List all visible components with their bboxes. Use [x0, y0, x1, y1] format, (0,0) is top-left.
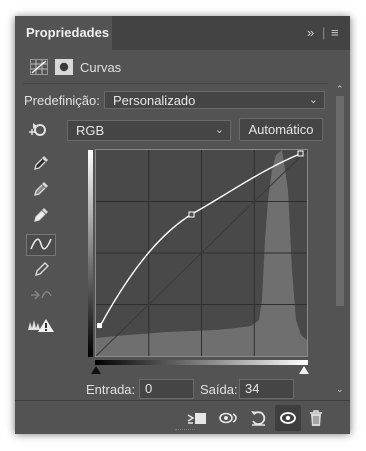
smooth-curve-icon	[26, 286, 56, 308]
reset-icon[interactable]	[248, 409, 270, 427]
preset-label: Predefinição:	[24, 93, 100, 108]
output-label: Saída:	[200, 382, 238, 397]
resize-grip[interactable]	[175, 429, 195, 433]
tab-properties[interactable]: Propriedades	[15, 16, 112, 50]
collapse-icon[interactable]: »	[307, 16, 314, 50]
clipping-warning-icon[interactable]	[26, 316, 56, 338]
scroll-thumb[interactable]	[336, 96, 344, 306]
black-point-slider[interactable]	[91, 366, 101, 374]
input-label: Entrada:	[86, 382, 136, 397]
gray-eyedropper-icon[interactable]	[26, 179, 56, 201]
black-eyedropper-icon[interactable]	[26, 153, 56, 175]
divider: |	[322, 25, 326, 40]
output-field[interactable]: 34	[239, 379, 294, 399]
scroll-up-icon[interactable]: ⌃	[336, 84, 344, 95]
auto-button[interactable]: Automático	[239, 118, 323, 141]
scrollbar[interactable]: ⌃ ⌄	[334, 84, 346, 399]
channel-select[interactable]: RGB ⌄	[67, 120, 231, 141]
input-gradient-bar	[95, 360, 308, 365]
curve-points-icon[interactable]	[26, 234, 56, 256]
panel-menu-icon[interactable]: ≡	[331, 16, 339, 50]
layer-mask-icon[interactable]	[55, 59, 73, 75]
adjustment-title: Curvas	[80, 60, 122, 75]
target-adjust-icon[interactable]	[26, 120, 50, 138]
curve-point-mid[interactable]	[188, 211, 195, 218]
trash-icon[interactable]	[306, 409, 326, 427]
properties-panel: Propriedades » | ≡ Curvas Predefinição: …	[15, 16, 350, 434]
white-eyedropper-icon[interactable]	[26, 205, 56, 227]
panel-tab-bar: Propriedades » | ≡	[15, 16, 350, 50]
curve-point-white[interactable]	[297, 150, 304, 157]
curves-graph[interactable]	[95, 149, 308, 357]
channel-value: RGB	[76, 123, 105, 138]
input-field[interactable]: 0	[139, 379, 194, 399]
chevron-down-icon: ⌄	[214, 124, 224, 136]
pencil-icon[interactable]	[26, 260, 56, 282]
clip-to-layer-icon[interactable]	[186, 409, 208, 427]
preset-value: Personalizado	[113, 93, 196, 108]
white-point-slider[interactable]	[299, 366, 309, 374]
curve-point-black[interactable]	[97, 323, 102, 328]
header-divider	[23, 83, 328, 84]
preset-select[interactable]: Personalizado ⌄	[104, 91, 325, 109]
curves-adjustment-icon[interactable]	[30, 59, 48, 75]
view-previous-state-icon[interactable]	[218, 409, 240, 427]
scroll-down-icon[interactable]: ⌄	[336, 384, 344, 395]
chevron-down-icon: ⌄	[308, 94, 318, 106]
visibility-icon[interactable]	[275, 405, 301, 431]
output-gradient-bar	[88, 150, 93, 357]
